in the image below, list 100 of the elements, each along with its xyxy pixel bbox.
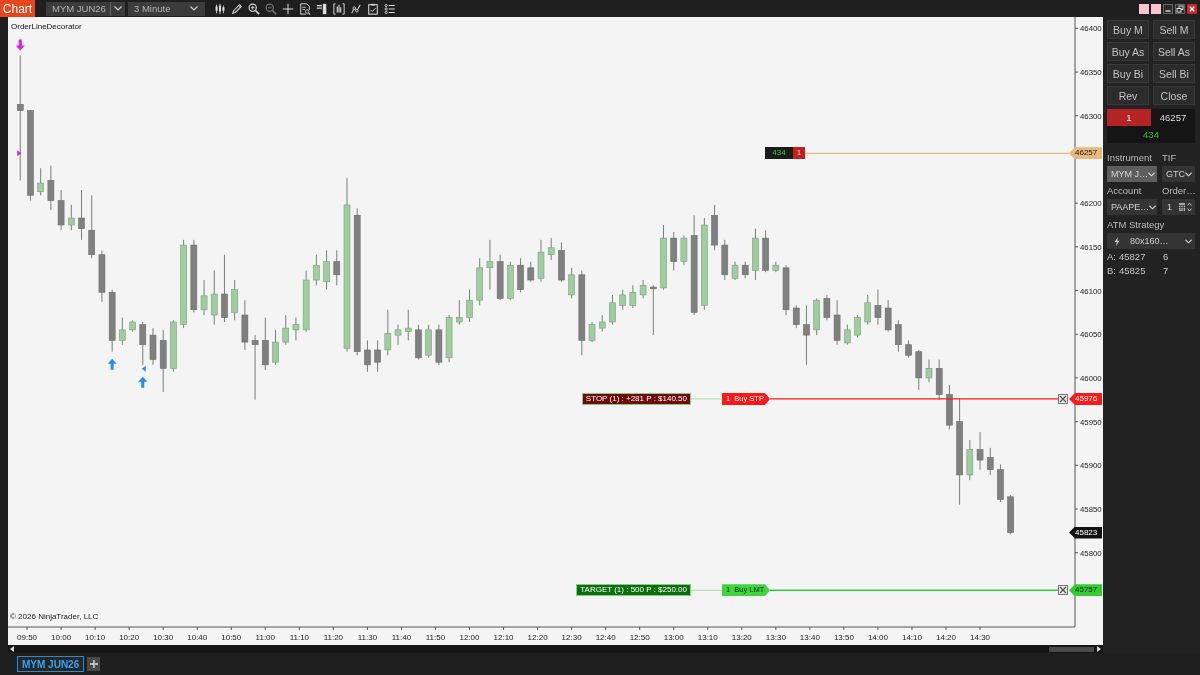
candlestick xyxy=(445,314,453,363)
candlestick-icon[interactable] xyxy=(214,2,226,15)
restore-icon[interactable] xyxy=(1175,3,1185,14)
close-icon[interactable] xyxy=(1058,585,1068,596)
candlestick xyxy=(905,339,912,359)
candlestick xyxy=(721,239,729,281)
candlestick xyxy=(57,189,65,231)
atm-strategy-value: 80x160… xyxy=(1130,236,1169,246)
plus-icon xyxy=(89,660,98,668)
candlestick xyxy=(507,261,514,301)
candlestick xyxy=(680,235,688,266)
square-icon[interactable] xyxy=(1151,3,1161,14)
quantity-label[interactable]: 1 xyxy=(793,147,805,160)
order-button[interactable]: Sell Bi xyxy=(1153,64,1195,83)
order-button[interactable]: Rev xyxy=(1107,86,1149,105)
right-arrow-icon[interactable] xyxy=(1097,646,1101,652)
x-axis-label: 11:30 xyxy=(357,633,378,642)
candlestick xyxy=(711,204,718,251)
pencil-icon[interactable] xyxy=(231,2,243,15)
x-axis-label: 13:40 xyxy=(799,633,820,642)
quote-side: B: xyxy=(1107,265,1117,277)
x-axis-label: 12:00 xyxy=(459,633,480,642)
chevron-down-icon xyxy=(1185,171,1192,177)
candlestick xyxy=(517,257,524,293)
candlestick xyxy=(384,309,392,356)
x-axis-label: 09:50 xyxy=(17,633,38,642)
zoom-in-icon[interactable] xyxy=(248,2,260,15)
up-arrow-icon xyxy=(138,376,148,388)
close-icon[interactable] xyxy=(1058,393,1068,404)
tif-dropdown[interactable]: GTC xyxy=(1162,166,1195,182)
horizontal-scrollbar[interactable] xyxy=(8,645,1103,653)
indicator-label: OrderLineDecorator xyxy=(11,22,82,31)
quantity-field[interactable]: 1 xyxy=(1162,199,1195,215)
calculator-icon[interactable] xyxy=(1179,203,1185,211)
order-button[interactable]: Sell M xyxy=(1153,20,1195,39)
order-button[interactable]: Buy As xyxy=(1107,42,1149,61)
bar-panel-icon[interactable] xyxy=(316,2,328,15)
chart-button[interactable]: Chart xyxy=(0,0,35,17)
candlestick xyxy=(925,359,933,383)
candlestick xyxy=(394,324,402,346)
order-button[interactable]: Sell As xyxy=(1153,42,1195,61)
candlestick xyxy=(547,237,555,261)
lightning-icon xyxy=(1114,236,1120,246)
scrollbar-thumb[interactable] xyxy=(1049,646,1094,652)
chevron-down-icon xyxy=(1148,171,1155,177)
order-button[interactable]: Close xyxy=(1153,86,1195,105)
clipboard-icon[interactable] xyxy=(367,2,379,15)
candlestick xyxy=(588,321,596,343)
candlestick xyxy=(456,299,463,326)
triangle-marker-icon xyxy=(141,365,146,372)
candlestick xyxy=(88,194,96,259)
candlestick xyxy=(741,261,749,279)
add-tab-button[interactable] xyxy=(87,657,101,671)
close-icon[interactable] xyxy=(1187,3,1197,14)
left-arrow-icon[interactable] xyxy=(10,646,14,652)
spinner-arrows-icon[interactable] xyxy=(1187,202,1192,212)
atm-strategy-dropdown[interactable]: 80x160… xyxy=(1107,233,1195,249)
candlestick xyxy=(496,254,504,301)
candlestick xyxy=(292,317,300,341)
x-axis-label: 12:40 xyxy=(595,633,616,642)
candlestick xyxy=(619,289,626,311)
candlestick xyxy=(323,249,330,291)
chart-tab[interactable]: MYM JUN26 xyxy=(17,656,85,672)
candlestick xyxy=(915,349,923,391)
candlestick xyxy=(823,294,831,321)
candlestick xyxy=(854,314,861,339)
order-button[interactable]: Buy M xyxy=(1107,20,1149,39)
candlestick xyxy=(231,279,238,321)
order-button[interactable]: Buy Bi xyxy=(1107,64,1149,83)
document-search-icon[interactable] xyxy=(299,2,311,15)
bracket-bars-icon[interactable] xyxy=(333,2,345,15)
minimize-icon[interactable] xyxy=(1163,3,1173,14)
candlestick xyxy=(466,289,473,323)
x-axis-label: 14:10 xyxy=(901,633,922,642)
x-axis-label: 13:30 xyxy=(765,633,786,642)
interval-dropdown[interactable]: 3 Minute xyxy=(128,1,205,16)
list-icon[interactable] xyxy=(384,2,396,15)
candlestick xyxy=(78,189,85,241)
crosshair-icon[interactable] xyxy=(282,2,294,15)
connector-line xyxy=(690,398,723,400)
x-axis-label: 12:50 xyxy=(629,633,650,642)
instrument-dropdown[interactable]: MYM JUN26 xyxy=(46,1,125,16)
candlestick xyxy=(374,339,381,373)
candlestick xyxy=(200,279,208,316)
candlestick xyxy=(98,249,106,303)
candlestick xyxy=(874,289,882,326)
line-nodes-icon[interactable] xyxy=(350,2,362,15)
candlestick xyxy=(629,284,637,309)
candlestick xyxy=(997,463,1004,503)
candlestick xyxy=(986,447,994,476)
x-axis-label: 11:50 xyxy=(425,633,446,642)
candlestick xyxy=(170,319,177,373)
price-axis-tag: 45976 xyxy=(1069,392,1102,405)
square-icon[interactable] xyxy=(1139,3,1149,14)
candlestick xyxy=(864,294,872,326)
zoom-out-icon[interactable] xyxy=(265,2,277,15)
candlestick xyxy=(946,384,953,430)
candlestick xyxy=(537,239,545,283)
quote-price: 45825 xyxy=(1119,265,1147,277)
account-dropdown[interactable]: PAAPE… xyxy=(1107,199,1157,215)
